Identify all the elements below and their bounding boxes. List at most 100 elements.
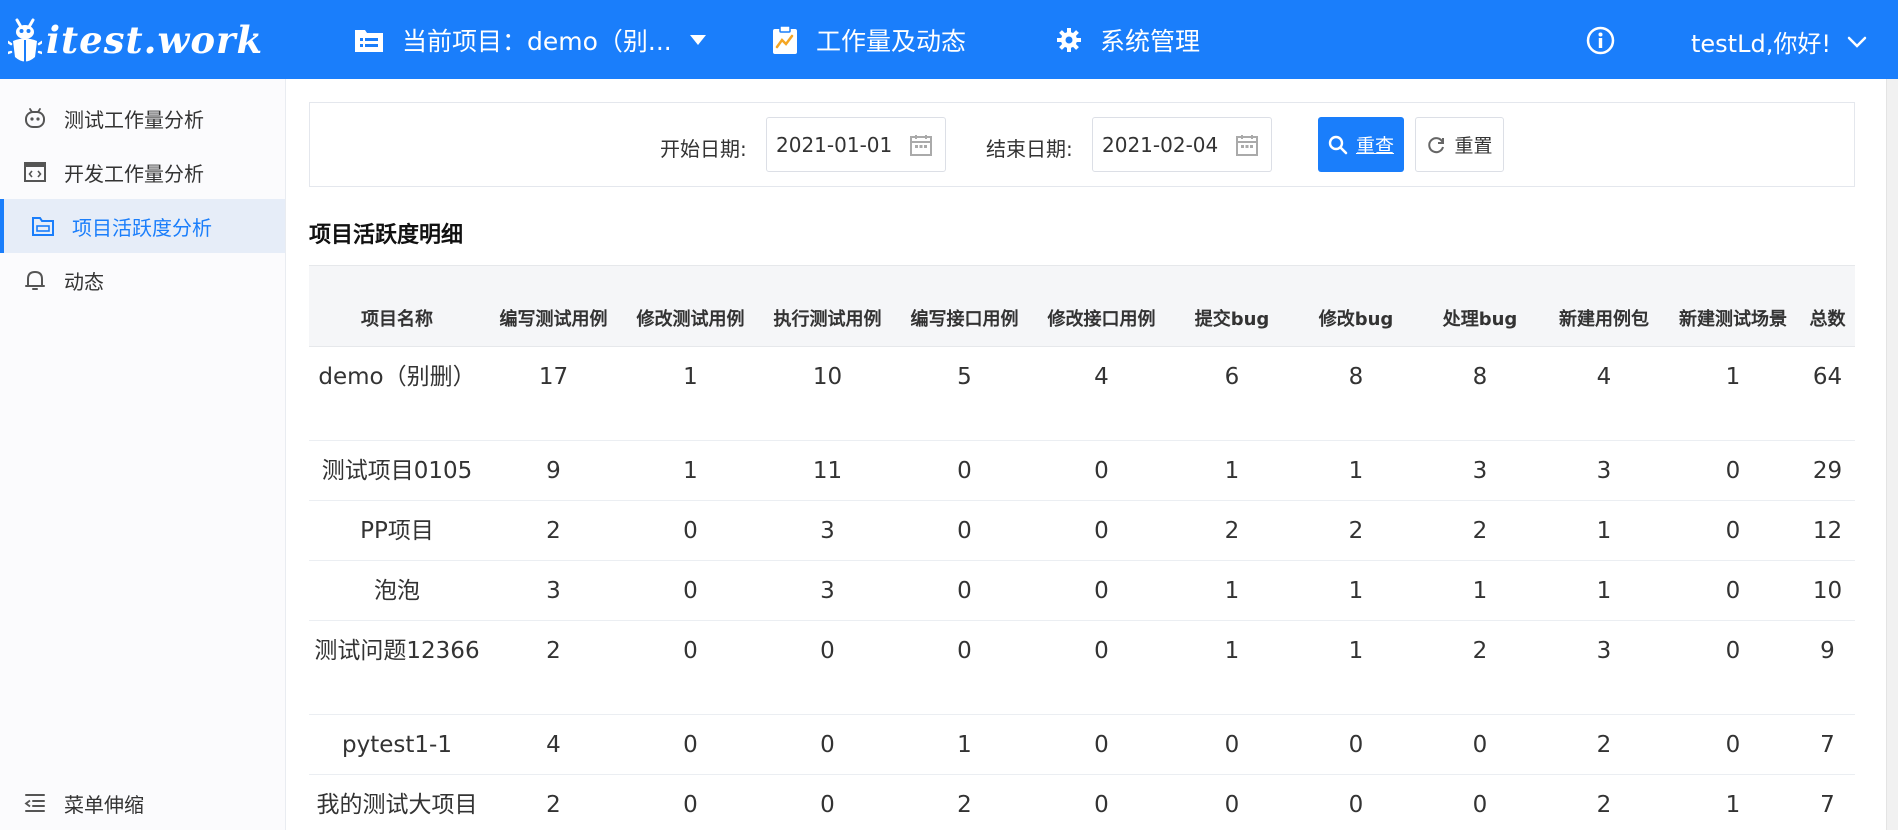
table-cell: pytest1-1 (309, 714, 485, 775)
search-button[interactable]: 重查 (1318, 117, 1404, 172)
table-cell: 1 (622, 346, 759, 441)
menu-fold-icon (24, 794, 45, 812)
table-cell: 10 (759, 346, 896, 441)
table-cell: 0 (1666, 500, 1800, 561)
table-cell: 0 (1666, 714, 1800, 775)
table-cell: 我的测试大项目 (309, 774, 485, 830)
bug-logo-icon (8, 18, 42, 62)
table-cell: 3 (485, 560, 622, 621)
table-cell: 5 (896, 346, 1033, 441)
start-date-input[interactable]: 2021-01-01 (766, 117, 946, 172)
table-cell: 2 (1294, 500, 1418, 561)
table-cell: 3 (759, 500, 896, 561)
table-cell: 2 (1542, 774, 1666, 830)
table-cell: 0 (759, 714, 896, 775)
table-cell: 7 (1800, 714, 1855, 775)
table-cell: 测试项目0105 (309, 440, 485, 501)
menu-collapse-toggle[interactable]: 菜单伸缩 (0, 776, 285, 830)
table-cell: 0 (896, 440, 1033, 501)
column-header: 总数 (1800, 265, 1855, 347)
column-header: 编写测试用例 (485, 265, 622, 347)
column-header: 编写接口用例 (896, 265, 1033, 347)
search-icon (1328, 135, 1348, 154)
table-cell: 0 (759, 774, 896, 830)
start-date-label: 开始日期: (660, 137, 747, 161)
table-cell: 1 (1666, 774, 1800, 830)
app-logo[interactable]: itest.work (8, 14, 263, 66)
nav-workload[interactable]: 工作量及动态 (772, 22, 966, 58)
end-date-input[interactable]: 2021-02-04 (1092, 117, 1272, 172)
chevron-down-icon (1847, 36, 1867, 48)
table-cell: demo（别删） (309, 346, 485, 441)
refresh-icon (1428, 136, 1445, 153)
table-cell: 0 (896, 620, 1033, 715)
table-cell: 1 (1542, 500, 1666, 561)
table-cell: 1 (896, 714, 1033, 775)
column-header: 修改接口用例 (1033, 265, 1170, 347)
sidebar-item-activity-feed[interactable]: 动态 (0, 253, 285, 307)
table-row: pytest1-1 4 0 0 1 0 0 0 0 2 0 7 (309, 714, 1855, 775)
table-cell: 0 (622, 560, 759, 621)
table-cell: 2 (1542, 714, 1666, 775)
table-cell: 10 (1800, 560, 1855, 621)
user-greeting: testLd,你好! (1691, 30, 1831, 58)
user-menu[interactable]: testLd,你好! (1691, 24, 1867, 59)
table-cell: 3 (1542, 440, 1666, 501)
table-cell: 8 (1418, 346, 1542, 441)
table-cell: 2 (485, 620, 622, 715)
table-cell: 0 (1033, 500, 1170, 561)
table-cell: 0 (1666, 440, 1800, 501)
table-cell: 1 (1294, 440, 1418, 501)
gear-icon (1057, 28, 1081, 52)
table-cell: 2 (1170, 500, 1294, 561)
table-cell: 9 (485, 440, 622, 501)
table-cell: 0 (1033, 774, 1170, 830)
table-cell: 1 (1170, 620, 1294, 715)
table-cell: 1 (1418, 560, 1542, 621)
sidebar-item-label: 动态 (64, 269, 104, 294)
table-cell: 11 (759, 440, 896, 501)
table-cell: 3 (1542, 620, 1666, 715)
table-cell: 4 (1033, 346, 1170, 441)
table-cell: 0 (622, 620, 759, 715)
table-body: demo（别删） 17 1 10 5 4 6 8 8 4 1 64 测试项目01… (309, 346, 1855, 830)
table-cell: 6 (1170, 346, 1294, 441)
table-cell: 2 (1418, 620, 1542, 715)
top-navigation-bar: itest.work 当前项目：demo（别... 工作量及动态 系统管理 te… (0, 0, 1898, 79)
sidebar-item-dev-workload[interactable]: 开发工作量分析 (0, 145, 285, 199)
help-info-icon[interactable] (1586, 26, 1615, 55)
reset-button[interactable]: 重置 (1415, 117, 1504, 172)
sidebar-item-test-workload[interactable]: 测试工作量分析 (0, 91, 285, 145)
column-header: 处理bug (1418, 265, 1542, 347)
table-cell: 2 (485, 774, 622, 830)
table-cell: 1 (1170, 560, 1294, 621)
table-cell: 64 (1800, 346, 1855, 441)
table-cell: 29 (1800, 440, 1855, 501)
sidebar-item-label: 项目活跃度分析 (72, 215, 212, 240)
table-cell: 1 (622, 440, 759, 501)
table-row: demo（别删） 17 1 10 5 4 6 8 8 4 1 64 (309, 346, 1855, 441)
table-cell: PP项目 (309, 500, 485, 561)
date-filter-panel: 开始日期: 2021-01-01 结束日期: 2021-02-04 重查 重置 (309, 102, 1855, 187)
table-cell: 1 (1294, 620, 1418, 715)
nav-system-management[interactable]: 系统管理 (1056, 22, 1200, 58)
table-cell: 1 (1294, 560, 1418, 621)
start-date-value: 2021-01-01 (776, 132, 893, 157)
page-scrollbar[interactable] (1886, 79, 1898, 830)
bell-icon (25, 270, 45, 290)
project-selector[interactable]: 当前项目：demo（别... (354, 22, 706, 58)
robot-icon (25, 108, 45, 128)
table-row: 测试问题12366 2 0 0 0 0 1 1 2 3 0 9 (309, 620, 1855, 715)
sidebar-item-project-activity[interactable]: 项目活跃度分析 (0, 199, 285, 253)
table-cell: 0 (1170, 714, 1294, 775)
table-cell: 2 (896, 774, 1033, 830)
table-cell: 0 (1033, 620, 1170, 715)
end-date-value: 2021-02-04 (1102, 132, 1219, 157)
table-cell: 3 (759, 560, 896, 621)
column-header: 执行测试用例 (759, 265, 896, 347)
table-cell: 8 (1294, 346, 1418, 441)
table-cell: 1 (1666, 346, 1800, 441)
table-cell: 测试问题12366 (309, 620, 485, 715)
table-cell: 2 (1418, 500, 1542, 561)
table-cell: 4 (1542, 346, 1666, 441)
